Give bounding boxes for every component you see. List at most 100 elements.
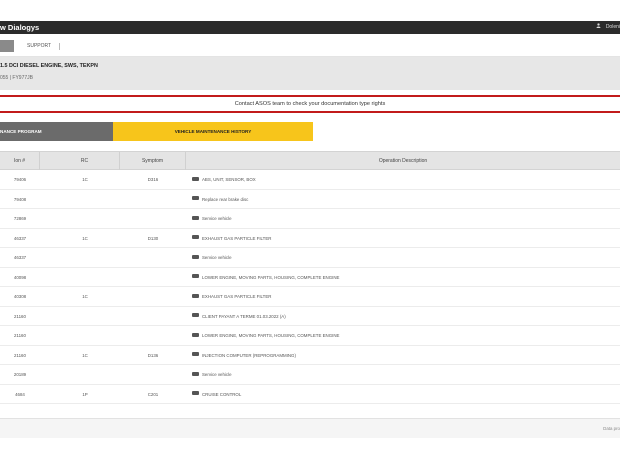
cell-operation: 4684 xyxy=(15,391,25,397)
cell-symptom: C201 xyxy=(147,391,159,397)
user-icon xyxy=(596,23,601,28)
cell-rc: 1C xyxy=(82,177,88,182)
cell-operation: 21160 xyxy=(14,333,26,338)
cell-rc xyxy=(50,365,120,384)
wrench-icon xyxy=(192,313,199,318)
cell-symptom xyxy=(120,248,186,267)
wrench-icon xyxy=(192,215,199,220)
wrench-icon xyxy=(192,391,199,396)
table-row[interactable]: 21160 1C D136 INJECTION COMPUTER (REPROGRAM… xyxy=(0,345,620,365)
cell-description: Service vehicle xyxy=(192,209,612,228)
description-text: Service vehicle xyxy=(202,372,232,377)
table-row[interactable]: 21160 CLIENT PAYANT A TERME 01.03.2022 (A… xyxy=(0,306,620,326)
user-name: Doleni xyxy=(605,24,620,30)
tab-maintenance-program[interactable]: NANCE PROGRAM xyxy=(0,122,113,141)
tab-maintenance-history[interactable]: VEHICLE MAINTENANCE HISTORY xyxy=(113,122,313,141)
footer-text: Data pro xyxy=(603,426,620,431)
cell-description: CLIENT PAYANT A TERME 01.03.2022 (A) xyxy=(192,307,612,326)
cell-description: LOWER ENGINE, MOVING PARTS, HOUSING, COM… xyxy=(192,326,612,345)
cell-description: LOWER ENGINE, MOVING PARTS, HOUSING, COM… xyxy=(192,268,612,287)
cell-rc xyxy=(50,268,120,287)
cell-operation: 46337 xyxy=(13,255,27,260)
cell-description: Replace rear brake disc xyxy=(192,190,612,209)
cell-rc xyxy=(50,326,120,345)
cell-symptom: D136 xyxy=(147,352,159,358)
header-rc[interactable]: RC xyxy=(50,152,120,170)
cell-symptom xyxy=(120,287,186,306)
cell-rc: 1C xyxy=(82,352,88,358)
table-row[interactable]: 40098 LOWER ENGINE, MOVING PARTS, HOUSING… xyxy=(0,267,620,287)
cell-symptom: D130 xyxy=(147,235,159,241)
description-text: INJECTION COMPUTER (REPROGRAMMING) xyxy=(202,352,296,358)
description-text: EXHAUST GAS PARTICLE FILTER xyxy=(202,235,272,241)
cell-rc xyxy=(50,190,120,209)
cell-symptom xyxy=(120,209,186,228)
wrench-icon xyxy=(192,196,199,201)
table-header: Ion # RC Symptom Operation Description xyxy=(0,151,620,170)
wrench-icon xyxy=(192,274,199,279)
cell-rc: 1C xyxy=(82,235,88,241)
cell-operation: 46337 xyxy=(13,235,27,241)
description-text: LOWER ENGINE, MOVING PARTS, HOUSING, COM… xyxy=(202,333,340,338)
cell-operation: 21160 xyxy=(14,352,26,358)
wrench-icon xyxy=(192,332,199,337)
header-symptom[interactable]: Symptom xyxy=(120,152,186,170)
tab-bar: NANCE PROGRAM VEHICLE MAINTENANCE HISTOR… xyxy=(0,122,620,141)
cell-description: ABS, UNIT, SENSOR, BOX xyxy=(192,170,612,189)
cell-symptom xyxy=(120,307,186,326)
cell-rc xyxy=(50,307,120,326)
user-menu[interactable]: Doleni xyxy=(596,21,620,34)
description-text: LOWER ENGINE, MOVING PARTS, HOUSING, COM… xyxy=(202,274,340,280)
menu-support-link[interactable]: SUPPORT xyxy=(27,40,51,52)
cell-operation: 79408 xyxy=(13,196,27,202)
top-bar: w Dialogys Doleni xyxy=(0,21,620,34)
description-text: Service vehicle xyxy=(202,216,232,221)
table-row[interactable]: 79408 Replace rear brake disc xyxy=(0,189,620,209)
wrench-icon xyxy=(192,352,199,357)
description-text: Replace rear brake disc xyxy=(202,196,249,202)
table-row[interactable]: 4684 1P C201 CRUISE CONTROL xyxy=(0,384,620,404)
cell-symptom xyxy=(120,365,186,384)
wrench-icon xyxy=(192,254,199,259)
cell-symptom: D316 xyxy=(147,177,159,182)
table-row[interactable]: 40308 1C EXHAUST GAS PARTICLE FILTER xyxy=(0,287,620,307)
cell-rc xyxy=(50,248,120,267)
cell-description: Service vehicle xyxy=(192,365,612,384)
table-row[interactable]: 46337 Service vehicle xyxy=(0,248,620,268)
wrench-icon xyxy=(192,235,199,240)
cell-rc: 1C xyxy=(82,294,88,299)
table-row[interactable]: 46337 1C D130 EXHAUST GAS PARTICLE FILTER xyxy=(0,228,620,248)
cell-rc: 1P xyxy=(82,391,88,397)
description-text: Service vehicle xyxy=(202,255,232,260)
description-text: EXHAUST GAS PARTICLE FILTER xyxy=(202,294,272,299)
cell-description: INJECTION COMPUTER (REPROGRAMMING) xyxy=(192,346,612,365)
description-text: CLIENT PAYANT A TERME 01.03.2022 (A) xyxy=(202,313,286,319)
wrench-icon xyxy=(192,293,199,298)
cell-operation: 79406 xyxy=(13,177,27,182)
wrench-icon xyxy=(192,176,199,181)
menu-home-tab[interactable] xyxy=(0,40,14,52)
cell-description: EXHAUST GAS PARTICLE FILTER xyxy=(192,229,612,248)
table-row[interactable]: 72869 Service vehicle xyxy=(0,209,620,229)
header-description[interactable]: Operation Description xyxy=(186,152,620,170)
table-row[interactable]: 79406 1C D316 ABS, UNIT, SENSOR, BOX xyxy=(0,170,620,190)
cell-operation: 40098 xyxy=(13,274,27,280)
table-row[interactable]: 21160 LOWER ENGINE, MOVING PARTS, HOUSING… xyxy=(0,326,620,346)
header-operation[interactable]: Ion # xyxy=(0,152,40,170)
description-text: ABS, UNIT, SENSOR, BOX xyxy=(202,177,256,182)
footer: Data pro xyxy=(0,418,620,438)
cell-description: EXHAUST GAS PARTICLE FILTER xyxy=(192,287,612,306)
cell-symptom xyxy=(120,326,186,345)
cell-symptom xyxy=(120,268,186,287)
wrench-icon xyxy=(192,371,199,376)
cell-symptom xyxy=(120,190,186,209)
cell-operation: 40308 xyxy=(13,294,27,299)
menu-bar: SUPPORT xyxy=(0,36,620,57)
menu-divider xyxy=(59,43,60,50)
description-text: CRUISE CONTROL xyxy=(202,391,242,397)
cell-rc xyxy=(50,209,120,228)
rights-alert: Contact ASOS team to check your document… xyxy=(0,95,620,113)
cell-operation: 72869 xyxy=(13,216,27,221)
table-row[interactable]: 20189 Service vehicle xyxy=(0,365,620,385)
app-title: w Dialogys xyxy=(0,23,40,32)
